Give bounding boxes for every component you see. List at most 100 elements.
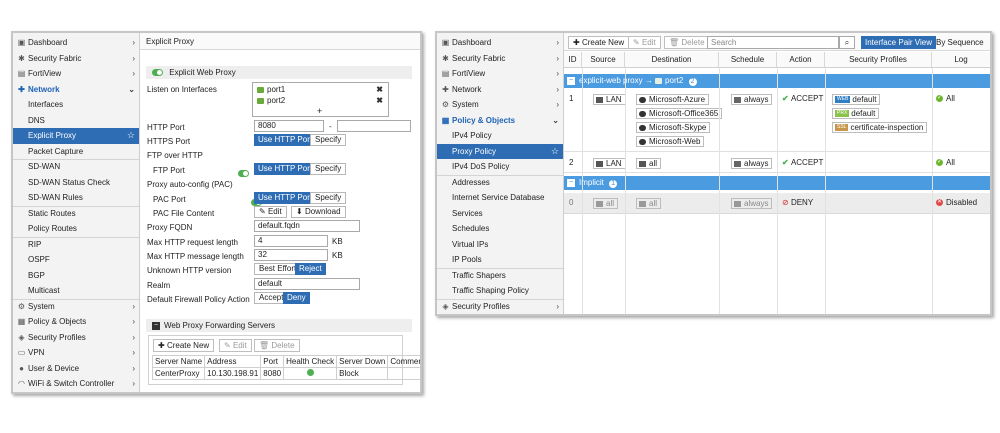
sidebar-item-virtual-ips[interactable]: Virtual IPs: [437, 237, 563, 253]
http-port-range-end-field[interactable]: [337, 120, 411, 132]
sidebar-item-sd-wan[interactable]: SD-WAN: [13, 159, 139, 175]
sidebar-item-policy-objects[interactable]: ▦ Policy & Objects ⌄: [437, 113, 563, 129]
favorite-star-icon[interactable]: ☆: [127, 128, 135, 144]
sidebar-item-system[interactable]: ⚙ System ›: [13, 299, 139, 315]
remove-interface-icon[interactable]: ✖: [376, 85, 383, 94]
sidebar-item-policy-routes[interactable]: Policy Routes: [13, 221, 139, 237]
column-header-destination[interactable]: Destination: [625, 52, 719, 67]
column-header-log[interactable]: Log: [932, 52, 990, 67]
column-header-security-profiles[interactable]: Security Profiles: [825, 52, 932, 67]
sidebar-item-label: Traffic Shaping Policy: [452, 286, 529, 295]
column-header-source[interactable]: Source: [582, 52, 625, 67]
sidebar-item-ipv4-dos-policy[interactable]: IPv4 DoS Policy: [437, 159, 563, 175]
fwd-edit-button[interactable]: ✎ Edit: [219, 339, 252, 352]
sidebar-item-security-profiles[interactable]: ◈ Security Profiles ›: [437, 299, 563, 315]
sidebar-item-bgp[interactable]: BGP: [13, 268, 139, 284]
column-header-schedule[interactable]: Schedule: [719, 52, 777, 67]
deny-button[interactable]: Deny: [283, 292, 310, 304]
fwd-create-new-button[interactable]: ✚ Create New: [153, 339, 215, 352]
by-sequence-button[interactable]: By Sequence: [933, 36, 987, 49]
interface-pair-view-button[interactable]: Interface Pair View: [861, 36, 936, 49]
interfaces-selector[interactable]: port1 ✖ port2 ✖ +: [252, 82, 389, 117]
sidebar-item-security-fabric[interactable]: ✱ Security Fabric ›: [437, 51, 563, 67]
sidebar-item-packet-capture[interactable]: Packet Capture: [13, 144, 139, 160]
max-request-field[interactable]: 4: [254, 235, 328, 247]
realm-field[interactable]: default: [254, 278, 360, 290]
sidebar-item-wifi-switch-controller[interactable]: ◠ WiFi & Switch Controller ›: [13, 376, 139, 392]
sidebar-item-dns[interactable]: DNS: [13, 113, 139, 129]
sidebar-item-security-fabric[interactable]: ✱ Security Fabric ›: [13, 51, 139, 67]
search-icon[interactable]: ⌕: [839, 36, 855, 49]
chevron-right-icon: ›: [132, 379, 135, 388]
collapse-icon[interactable]: −: [567, 178, 575, 187]
fwd-delete-button[interactable]: 🗑 Delete: [254, 339, 300, 352]
table-row[interactable]: CenterProxy 10.130.198.91 8080 Block: [151, 367, 420, 380]
column-header-id[interactable]: ID: [564, 52, 582, 67]
proxy-fqdn-field[interactable]: default.fqdn: [254, 220, 360, 232]
https-specify-button[interactable]: Specify: [310, 134, 347, 146]
create-new-button[interactable]: ✚ Create New: [568, 36, 630, 49]
sidebar-item-schedules[interactable]: Schedules: [437, 221, 563, 237]
sidebar-item-security-profiles[interactable]: ◈ Security Profiles ›: [13, 330, 139, 346]
reject-button[interactable]: Reject: [295, 263, 326, 275]
sidebar-item-sd-wan-rules[interactable]: SD-WAN Rules: [13, 190, 139, 206]
sidebar-item-network[interactable]: ✚ Network ⌄: [13, 82, 139, 98]
sidebar-item-ip-pools[interactable]: IP Pools: [437, 252, 563, 268]
column-header[interactable]: Comments: [387, 355, 420, 368]
column-header-action[interactable]: Action: [777, 52, 825, 67]
ftp-specify-button[interactable]: Specify: [310, 163, 347, 175]
sidebar-item-network[interactable]: ✚ Network ›: [437, 82, 563, 98]
pac-specify-button[interactable]: Specify: [310, 192, 347, 204]
sidebar-item-services[interactable]: Services: [437, 206, 563, 222]
sidebar-item-multicast[interactable]: Multicast: [13, 283, 139, 299]
delete-button[interactable]: 🗑 Delete: [664, 36, 710, 49]
sidebar-item-interfaces[interactable]: Interfaces: [13, 97, 139, 113]
pac-use-http-port-button[interactable]: Use HTTP Port: [254, 192, 317, 204]
favorite-star-icon[interactable]: ☆: [551, 144, 559, 160]
sidebar-item-vpn[interactable]: ▭ VPN ›: [13, 345, 139, 361]
pac-download-button[interactable]: ⬇ Download: [291, 206, 346, 218]
sidebar-item-system[interactable]: ⚙ System ›: [437, 97, 563, 113]
proxy-options-icon: PRX: [835, 110, 850, 118]
ftp-over-http-toggle[interactable]: [238, 170, 249, 178]
download-icon: ⬇: [296, 207, 305, 216]
column-header[interactable]: Port: [260, 355, 285, 368]
address-icon: [639, 160, 646, 167]
group-count-badge: 2: [688, 78, 697, 86]
collapse-icon[interactable]: −: [567, 76, 575, 85]
sidebar-item-rip[interactable]: RIP: [13, 237, 139, 253]
sidebar-item-static-routes[interactable]: Static Routes: [13, 206, 139, 222]
sidebar-item-explicit-proxy[interactable]: Explicit Proxy ☆: [13, 128, 139, 144]
sidebar-item-label: DNS: [28, 115, 45, 125]
sidebar-item-traffic-shaping-policy[interactable]: Traffic Shaping Policy: [437, 283, 563, 299]
ftp-use-http-port-button[interactable]: Use HTTP Port: [254, 163, 317, 175]
explicit-web-proxy-toggle[interactable]: [152, 69, 163, 77]
sidebar-item-sd-wan-status-check[interactable]: SD-WAN Status Check: [13, 175, 139, 191]
column-header[interactable]: Server Down: [336, 355, 389, 368]
sidebar-item-user-device[interactable]: ● User & Device ›: [13, 361, 139, 377]
remove-interface-icon[interactable]: ✖: [376, 96, 383, 105]
column-header[interactable]: Server Name: [151, 355, 206, 368]
sidebar-item-ipv4-policy[interactable]: IPv4 Policy: [437, 128, 563, 144]
max-message-field[interactable]: 32: [254, 249, 328, 261]
collapse-icon[interactable]: −: [152, 321, 160, 330]
add-interface-button[interactable]: +: [317, 106, 322, 116]
sidebar-item-internet-service-database[interactable]: Internet Service Database: [437, 190, 563, 206]
sidebar-item-dashboard[interactable]: ▣ Dashboard ›: [437, 35, 563, 51]
fortiview-icon: ▤: [441, 69, 450, 78]
https-use-http-port-button[interactable]: Use HTTP Port: [254, 134, 317, 146]
sidebar-item-fortiview[interactable]: ▤ FortiView ›: [437, 66, 563, 82]
sidebar-item-addresses[interactable]: Addresses: [437, 175, 563, 191]
sidebar-item-proxy-policy[interactable]: Proxy Policy ☆: [437, 143, 563, 160]
sidebar-item-dashboard[interactable]: ▣ Dashboard ›: [13, 35, 139, 51]
column-header[interactable]: Address: [204, 355, 262, 368]
edit-button[interactable]: ✎ Edit: [628, 36, 661, 49]
sidebar-item-fortiview[interactable]: ▤ FortiView ›: [13, 66, 139, 82]
sidebar-item-traffic-shapers[interactable]: Traffic Shapers: [437, 268, 563, 284]
sidebar-item-policy-objects[interactable]: ▦ Policy & Objects ›: [13, 314, 139, 330]
http-port-field[interactable]: 8080: [254, 120, 324, 132]
column-header[interactable]: Health Check: [283, 355, 338, 368]
sidebar-item-ospf[interactable]: OSPF: [13, 252, 139, 268]
pac-edit-button[interactable]: ✎ Edit: [254, 206, 287, 218]
search-input[interactable]: Search: [707, 36, 839, 49]
